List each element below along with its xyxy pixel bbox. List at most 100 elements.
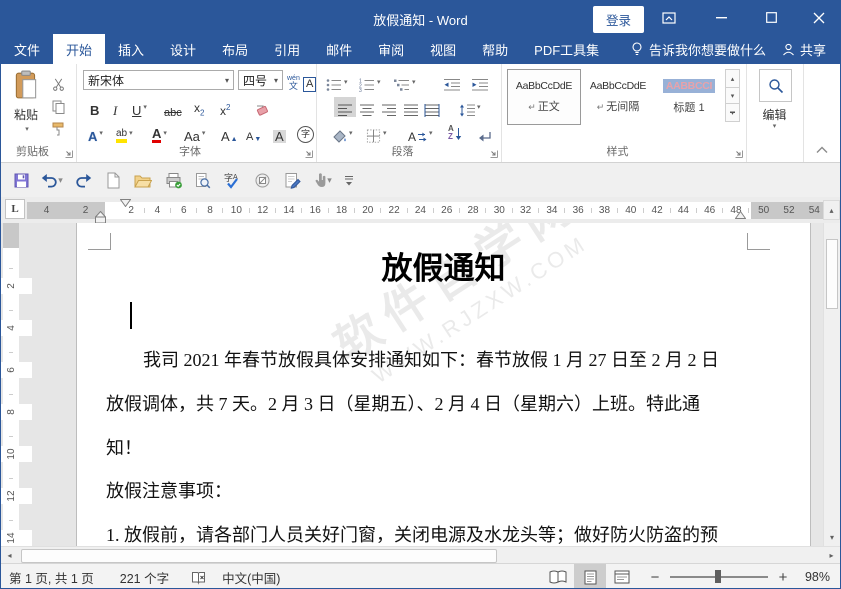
paste-button[interactable]: 粘贴 ▾ [7,70,45,144]
copy-button[interactable] [47,97,69,117]
italic-button[interactable]: I [113,97,117,117]
web-layout-button[interactable] [606,564,638,589]
tab-view[interactable]: 视图 [417,34,469,64]
touch-mouse-mode-button[interactable]: ▾ [309,171,337,189]
scroll-left-button[interactable]: ◂ [1,547,18,563]
phonetic-guide-button[interactable]: wén文 [287,71,300,91]
tab-insert[interactable]: 插入 [105,34,157,64]
maximize-button[interactable] [754,1,788,34]
clipboard-dialog-launcher[interactable] [64,149,73,158]
word-count-indicator[interactable]: 221 个字 [120,568,169,587]
edit-document-button[interactable] [282,171,302,189]
text-effects-button[interactable]: A▾ [88,123,103,143]
zoom-out-button[interactable]: − [648,569,662,586]
tab-mailings[interactable]: 邮件 [313,34,365,64]
paragraph-dialog-launcher[interactable] [489,149,498,158]
spelling-grammar-button[interactable]: 字A [222,171,242,189]
tab-help[interactable]: 帮助 [469,34,521,64]
styles-more-button[interactable]: ▬▾ [725,103,740,122]
underline-button[interactable]: U▾ [132,97,147,117]
read-mode-button[interactable] [542,564,574,589]
subscript-button[interactable]: x2 [194,97,204,117]
tab-file[interactable]: 文件 [1,34,53,64]
save-button[interactable] [11,171,31,189]
scroll-right-button[interactable]: ▸ [823,547,840,563]
show-marks-button[interactable] [478,123,492,143]
scroll-up-button[interactable]: ▴ [823,200,840,220]
tab-design[interactable]: 设计 [157,34,209,64]
font-size-combo[interactable]: 四号▾ [238,70,283,90]
zoom-slider-thumb[interactable] [715,570,721,583]
tab-references[interactable]: 引用 [261,34,313,64]
font-name-combo[interactable]: 新宋体▾ [83,70,234,90]
align-center-button[interactable] [360,97,374,117]
character-border-button[interactable]: A [303,72,316,92]
style-heading-1[interactable]: AABBCCI 标题 1 [657,69,721,125]
vertical-scrollbar-thumb[interactable] [826,239,838,309]
character-shading-button[interactable]: A [273,123,286,143]
scroll-down-button[interactable]: ▾ [824,529,840,546]
change-case-button[interactable]: Aa▾ [184,123,205,143]
language-indicator[interactable]: 中文(中国) [222,568,280,587]
numbering-button[interactable]: 123▾ [359,72,381,92]
stamp-button[interactable] [252,171,272,189]
grow-font-button[interactable]: A▲ [221,123,238,143]
chevron-down-icon[interactable]: ▾ [746,122,803,130]
style-normal[interactable]: AaBbCcDdE ↵正文 [507,69,581,125]
undo-button[interactable]: ▾ [39,171,65,189]
styles-scroll-up-button[interactable]: ▴ [725,69,740,88]
decrease-indent-button[interactable] [444,72,460,92]
right-indent-marker[interactable] [735,211,746,219]
justify-button[interactable] [404,97,418,117]
proofing-status[interactable] [191,570,206,585]
horizontal-ruler[interactable]: 42 2468101214161820222426283032343638404… [27,202,827,219]
styles-dialog-launcher[interactable] [734,149,743,158]
document-page[interactable]: 软件自学网 WWW.RJZXW.COM 放假通知 我司 2021 年春节放假具体… [76,223,811,546]
horizontal-scrollbar-thumb[interactable] [21,549,497,563]
tab-review[interactable]: 审阅 [365,34,417,64]
open-button[interactable] [133,171,153,189]
first-line-indent-marker[interactable] [120,199,131,207]
bullets-button[interactable]: ▾ [326,72,348,92]
redo-button[interactable] [73,171,93,189]
shading-button[interactable]: ▾ [332,123,353,143]
asian-layout-button[interactable]: A ▾ [408,123,433,143]
tab-layout[interactable]: 布局 [209,34,261,64]
superscript-button[interactable]: x2 [220,97,230,117]
clear-formatting-button[interactable] [252,97,268,117]
format-painter-button[interactable] [47,119,69,139]
align-left-button[interactable] [334,97,356,117]
cut-button[interactable] [47,74,69,94]
tell-me-search[interactable]: 告诉我你想要做什么 [621,34,776,64]
multilevel-list-button[interactable]: ▾ [394,72,416,92]
vertical-ruler[interactable]: 2468101214 [3,223,19,546]
font-dialog-launcher[interactable] [304,149,313,158]
customize-qat-button[interactable] [341,171,357,189]
line-spacing-button[interactable]: ▾ [459,97,481,117]
align-right-button[interactable] [382,97,396,117]
print-layout-button[interactable] [574,564,606,589]
vertical-scrollbar[interactable]: ▾ [823,223,840,546]
print-preview-button[interactable] [192,171,212,189]
quick-print-button[interactable] [163,171,183,189]
find-button[interactable] [759,69,792,102]
increase-indent-button[interactable] [472,72,488,92]
close-button[interactable] [802,1,836,34]
horizontal-scrollbar[interactable]: ◂ ▸ [1,546,840,563]
font-color-button[interactable]: A▾ [152,123,167,143]
ribbon-display-options-button[interactable] [652,1,686,34]
tab-home[interactable]: 开始 [53,34,105,64]
tab-stop-selector[interactable]: L [5,199,25,219]
sign-in-button[interactable]: 登录 [593,6,644,33]
zoom-level[interactable]: 98% [792,570,830,584]
highlight-color-button[interactable]: ab▾ [116,123,133,143]
shrink-font-button[interactable]: A▼ [246,123,261,143]
tab-pdf-tools[interactable]: PDF工具集 [521,34,612,64]
bold-button[interactable]: B [90,97,99,117]
styles-scroll-down-button[interactable]: ▾ [725,87,740,104]
page-number-indicator[interactable]: 第 1 页, 共 1 页 [9,568,94,587]
borders-button[interactable]: ▾ [366,123,387,143]
share-button[interactable]: 共享 [776,34,840,64]
style-no-spacing[interactable]: AaBbCcDdE ↵无间隔 [585,69,651,125]
minimize-button[interactable] [704,1,738,34]
